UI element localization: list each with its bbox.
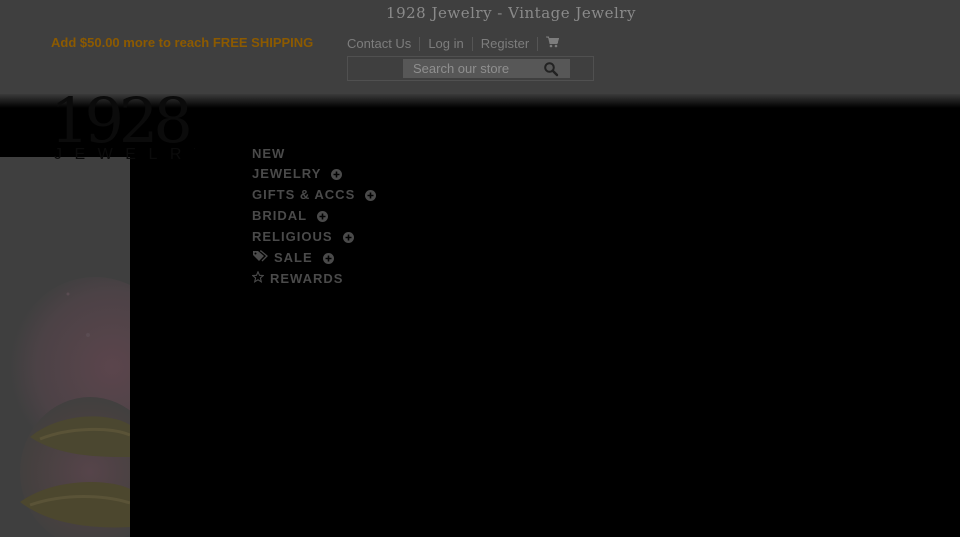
nav-item-new-jewelry[interactable]: NEW: [252, 146, 285, 161]
nav-item-new-jewelry[interactable]: JEWELRY: [252, 166, 343, 181]
nav-label: NEW: [252, 146, 286, 161]
nav-item-sale[interactable]: SALE: [252, 250, 334, 265]
promo-prefix: Add: [51, 35, 80, 50]
nav-label: GIFTS & ACCS: [252, 187, 356, 202]
plus-circle-icon[interactable]: [317, 210, 329, 222]
free-shipping-promo: Add $50.00 more to reach FREE SHIPPING: [51, 35, 313, 50]
account-links: Contact Us Log in Register: [347, 36, 567, 51]
nav-item-gifts-accs[interactable]: GIFTS & ACCS: [252, 187, 377, 202]
nav-item-bridal[interactable]: BRIDAL: [252, 208, 329, 223]
contact-us-link[interactable]: Contact Us: [347, 36, 419, 51]
site-title: 1928 Jewelry - Vintage Jewelry: [386, 4, 636, 22]
plus-circle-icon[interactable]: [322, 252, 334, 264]
site-logo[interactable]: 1928 JEWELRY: [50, 84, 204, 163]
nav-label: RELIGIOUS: [252, 229, 333, 244]
search-form: [347, 56, 594, 81]
star-icon: [251, 270, 265, 286]
promo-amount: $50.00: [79, 35, 120, 50]
promo-mid: more to reach: [119, 35, 213, 50]
promo-highlight: FREE SHIPPING: [212, 35, 314, 50]
cart-icon[interactable]: [538, 36, 567, 51]
nav-label: SALE: [274, 250, 313, 265]
plus-circle-icon[interactable]: [331, 168, 343, 180]
logo-word: JEWELRY: [54, 146, 195, 162]
nav-label: REWARDS: [270, 271, 344, 286]
tags-icon: [252, 250, 268, 265]
nav-label: JEWELRY: [252, 166, 322, 181]
register-link[interactable]: Register: [473, 36, 537, 51]
plus-circle-icon[interactable]: [342, 231, 354, 243]
hero-banner[interactable]: [0, 157, 130, 537]
search-icon[interactable]: [543, 61, 561, 77]
log-in-link[interactable]: Log in: [420, 36, 471, 51]
nav-item-religious[interactable]: RELIGIOUS: [252, 229, 354, 244]
plus-circle-icon[interactable]: [365, 189, 377, 201]
jewelry-image: [20, 292, 130, 528]
nav-item-rewards[interactable]: REWARDS: [251, 270, 344, 286]
site-header: 1928 Jewelry - Vintage Jewelry Add $50.0…: [0, 0, 960, 96]
nav-label: BRIDAL: [252, 208, 308, 223]
